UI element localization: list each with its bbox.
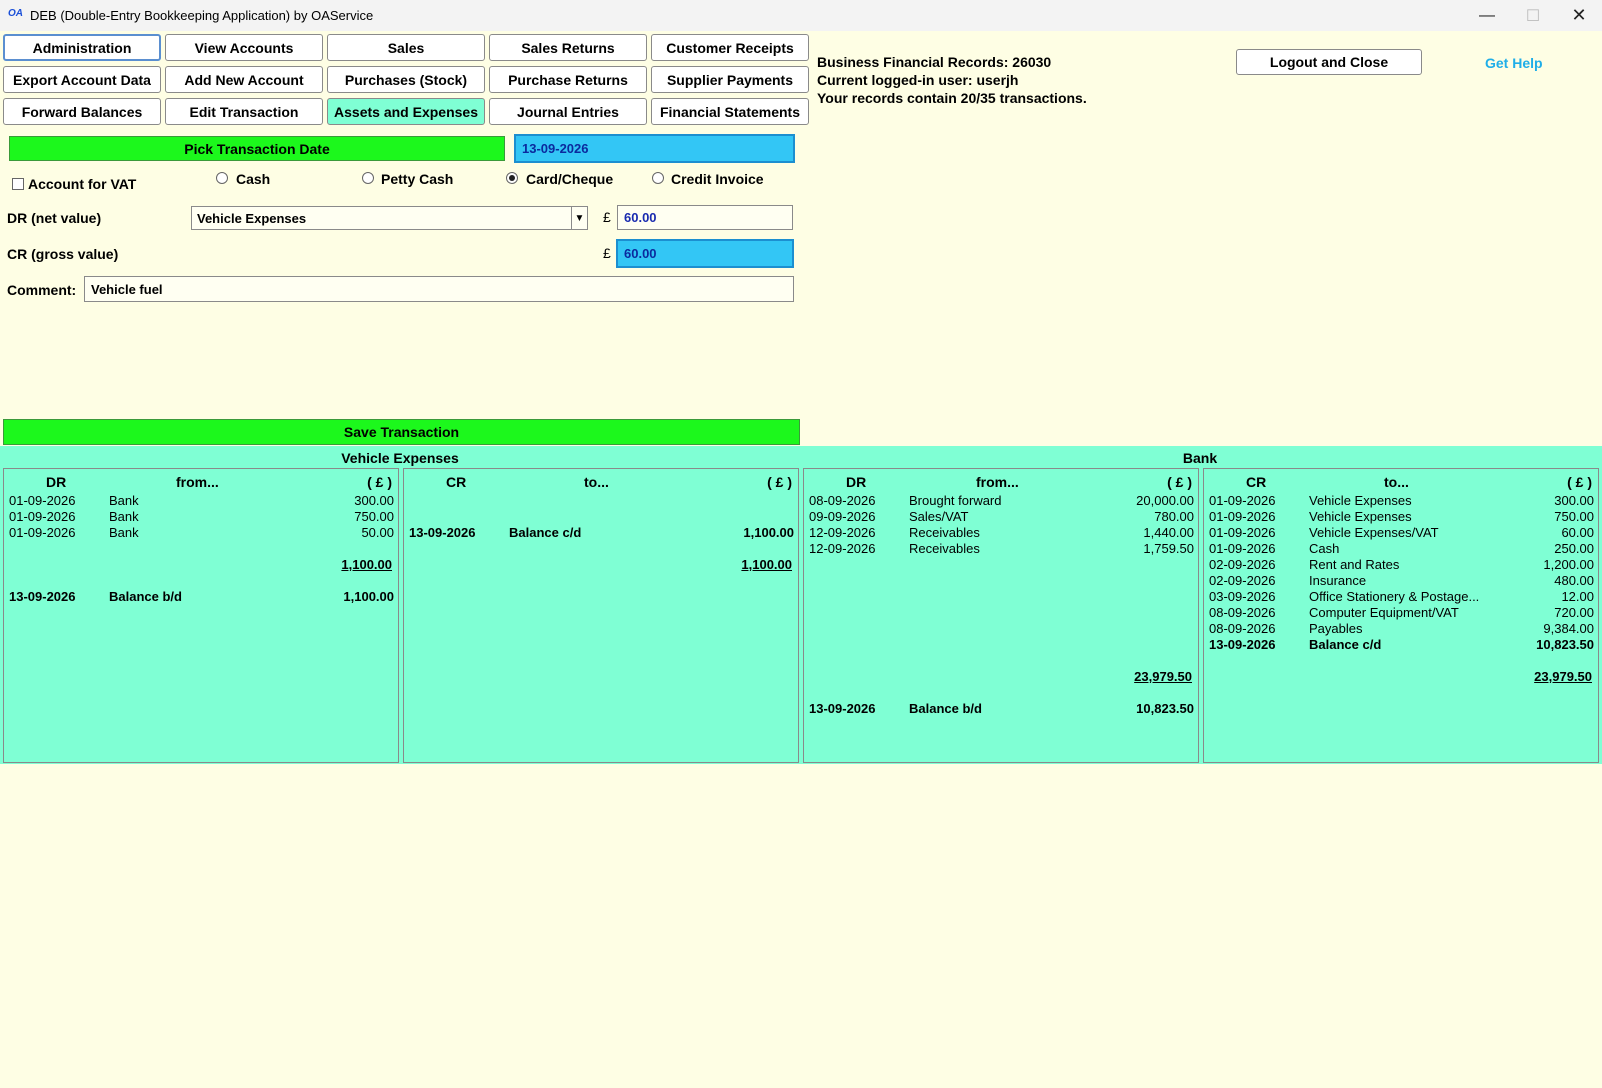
- table-row: 01-09-2026 Bank 50.00: [9, 525, 394, 540]
- view-accounts-button[interactable]: View Accounts: [165, 34, 323, 61]
- table-row: 12-09-2026 Receivables 1,759.50: [809, 541, 1194, 556]
- column-header: DR: [46, 474, 67, 490]
- administration-button[interactable]: Administration: [3, 34, 161, 61]
- table-row: 12-09-2026 Receivables 1,440.00: [809, 525, 1194, 540]
- table-row: 03-09-2026 Office Stationery & Postage...…: [1209, 589, 1594, 604]
- vehicle-ledger-title: Vehicle Expenses: [341, 450, 459, 466]
- dr-label: DR (net value): [7, 210, 102, 226]
- bank-dr-panel: DR from... ( £ ) 08-09-2026 Brought forwa…: [803, 468, 1199, 763]
- window-title: DEB (Double-Entry Bookkeeping Applicatio…: [30, 8, 374, 23]
- table-row: 02-09-2026 Insurance 480.00: [1209, 573, 1594, 588]
- sales-returns-button[interactable]: Sales Returns: [489, 34, 647, 61]
- balance-row: 13-09-2026 Balance b/d 10,823.50: [809, 701, 1194, 716]
- supplier-payments-button[interactable]: Supplier Payments: [651, 66, 809, 93]
- user-info: Current logged-in user: userjh: [817, 72, 1019, 88]
- export-account-data-button[interactable]: Export Account Data: [3, 66, 161, 93]
- records-info: Business Financial Records: 26030: [817, 54, 1052, 70]
- column-header: from...: [976, 474, 1019, 490]
- column-header: to...: [1384, 474, 1409, 490]
- customer-receipts-button[interactable]: Customer Receipts: [651, 34, 809, 61]
- get-help-link[interactable]: Get Help: [1485, 55, 1543, 71]
- column-header: ( £ ): [1567, 474, 1592, 490]
- column-header: ( £ ): [367, 474, 392, 490]
- radio-petty-cash-label: Petty Cash: [381, 171, 454, 187]
- vat-label: Account for VAT: [28, 176, 137, 192]
- ledger-total: 1,100.00: [741, 557, 792, 572]
- column-header: ( £ ): [1167, 474, 1192, 490]
- column-header: to...: [584, 474, 609, 490]
- close-icon[interactable]: ✕: [1556, 0, 1602, 31]
- purchase-returns-button[interactable]: Purchase Returns: [489, 66, 647, 93]
- column-header: ( £ ): [767, 474, 792, 490]
- currency-symbol: £: [603, 245, 611, 261]
- comment-field[interactable]: Vehicle fuel: [84, 276, 794, 302]
- radio-credit-invoice-label: Credit Invoice: [671, 171, 764, 187]
- table-row: 01-09-2026 Cash 250.00: [1209, 541, 1594, 556]
- radio-cash[interactable]: [216, 172, 228, 184]
- financial-statements-button[interactable]: Financial Statements: [651, 98, 809, 125]
- vehicle-cr-panel: CR to... ( £ ) 13-09-2026 Balance c/d 1,10…: [403, 468, 799, 763]
- logout-button[interactable]: Logout and Close: [1236, 49, 1422, 75]
- forward-balances-button[interactable]: Forward Balances: [3, 98, 161, 125]
- radio-card-cheque-label: Card/Cheque: [526, 171, 614, 187]
- edit-transaction-button[interactable]: Edit Transaction: [165, 98, 323, 125]
- table-row: 02-09-2026 Rent and Rates 1,200.00: [1209, 557, 1594, 572]
- radio-credit-invoice[interactable]: [652, 172, 664, 184]
- table-row: 01-09-2026 Vehicle Expenses 300.00: [1209, 493, 1594, 508]
- maximize-icon[interactable]: ☐: [1510, 0, 1556, 31]
- column-header: from...: [176, 474, 219, 490]
- pick-date-button[interactable]: Pick Transaction Date: [9, 136, 505, 161]
- column-header: CR: [1246, 474, 1267, 490]
- balance-row: 13-09-2026 Balance b/d 1,100.00: [9, 589, 394, 604]
- table-row: 01-09-2026 Vehicle Expenses 750.00: [1209, 509, 1594, 524]
- date-field[interactable]: 13-09-2026: [514, 134, 795, 163]
- radio-petty-cash[interactable]: [362, 172, 374, 184]
- dr-value-field[interactable]: 60.00: [617, 205, 793, 230]
- radio-cash-label: Cash: [236, 171, 271, 187]
- column-header: DR: [846, 474, 867, 490]
- add-new-account-button[interactable]: Add New Account: [165, 66, 323, 93]
- bank-cr-panel: CR to... ( £ ) 01-09-2026 Vehicle Expense…: [1203, 468, 1599, 763]
- dr-account-value: Vehicle Expenses: [197, 210, 307, 226]
- transactions-info: Your records contain 20/35 transactions.: [817, 90, 1087, 106]
- table-row: 08-09-2026 Brought forward 20,000.00: [809, 493, 1194, 508]
- table-row: 09-09-2026 Sales/VAT 780.00: [809, 509, 1194, 524]
- currency-symbol: £: [603, 209, 611, 225]
- ledger-total: 1,100.00: [341, 557, 392, 572]
- chevron-down-icon[interactable]: ▼: [571, 207, 587, 229]
- table-row: 01-09-2026 Bank 300.00: [9, 493, 394, 508]
- ledger-total: 23,979.50: [1534, 669, 1592, 684]
- table-row: 08-09-2026 Payables 9,384.00: [1209, 621, 1594, 636]
- journal-entries-button[interactable]: Journal Entries: [489, 98, 647, 125]
- table-row: 01-09-2026 Vehicle Expenses/VAT 60.00: [1209, 525, 1594, 540]
- app-logo-icon: OA: [8, 8, 23, 19]
- sales-button[interactable]: Sales: [327, 34, 485, 61]
- ledger-total: 23,979.50: [1134, 669, 1192, 684]
- comment-label: Comment:: [7, 282, 77, 298]
- radio-card-cheque[interactable]: [506, 172, 518, 184]
- table-row: 08-09-2026 Computer Equipment/VAT 720.00: [1209, 605, 1594, 620]
- dr-account-dropdown[interactable]: Vehicle Expenses ▼: [191, 206, 588, 230]
- vat-checkbox[interactable]: [12, 178, 24, 190]
- cr-value-field[interactable]: 60.00: [616, 239, 794, 268]
- column-header: CR: [446, 474, 467, 490]
- table-row: 01-09-2026 Bank 750.00: [9, 509, 394, 524]
- assets-and-expenses-button[interactable]: Assets and Expenses: [327, 98, 485, 125]
- bank-ledger-title: Bank: [1182, 450, 1218, 466]
- balance-row: 13-09-2026 Balance c/d 1,100.00: [409, 525, 794, 540]
- vehicle-dr-panel: DR from... ( £ ) 01-09-2026 Bank 300.00 01…: [3, 468, 399, 763]
- balance-row: 13-09-2026 Balance c/d 10,823.50: [1209, 637, 1594, 652]
- save-transaction-button[interactable]: Save Transaction: [3, 419, 800, 445]
- purchases-stock-button[interactable]: Purchases (Stock): [327, 66, 485, 93]
- cr-label: CR (gross value): [7, 246, 119, 262]
- minimize-icon[interactable]: —: [1464, 0, 1510, 31]
